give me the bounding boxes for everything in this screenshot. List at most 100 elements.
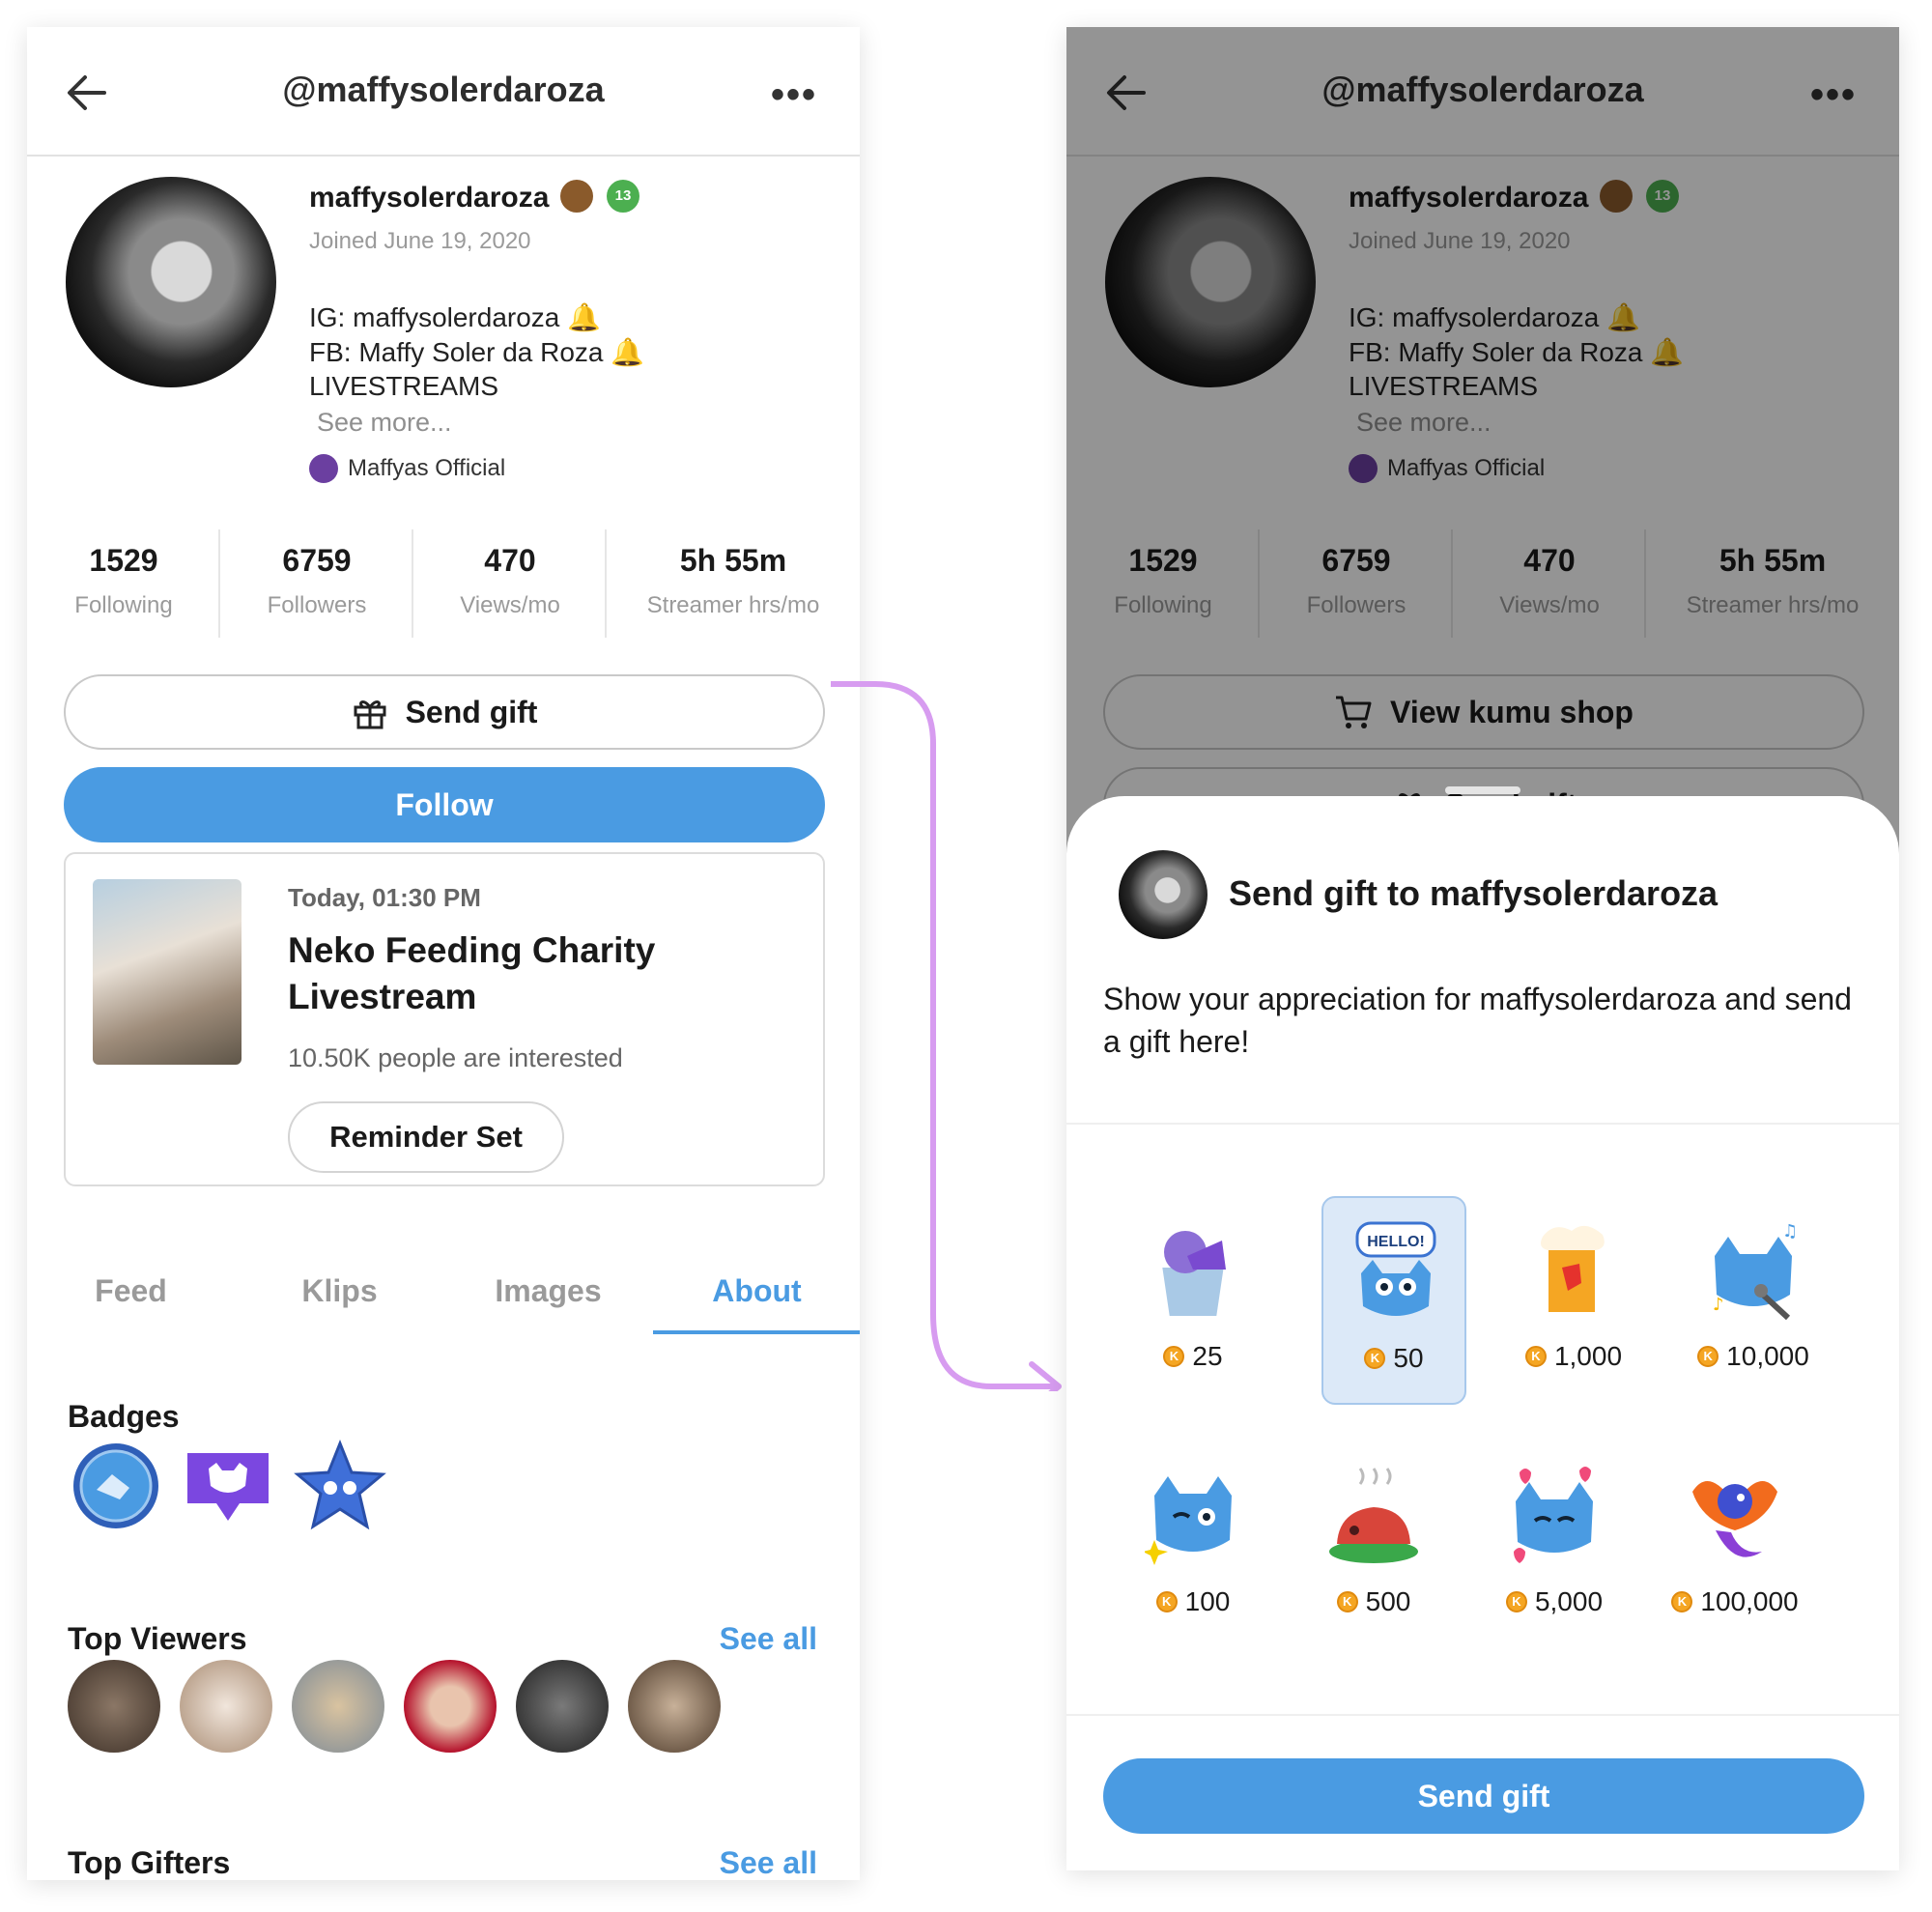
profile-screen-with-gift-sheet: @maffysolerdaroza ••• maffysolerdaroza 1…: [1066, 27, 1899, 1870]
gift-option-winking-cat[interactable]: K 100: [1121, 1441, 1265, 1650]
sheet-title: Send gift to maffysolerdaroza: [1229, 873, 1719, 913]
flow-arrow: [831, 681, 1062, 1391]
coin-icon: K: [1671, 1591, 1693, 1612]
event-card[interactable]: Today, 01:30 PM Neko Feeding Charity Liv…: [64, 852, 825, 1186]
event-interested-count: 10.50K people are interested: [288, 1043, 623, 1072]
gift-price: K 100,000: [1662, 1586, 1807, 1617]
svg-text:♫: ♫: [1782, 1221, 1798, 1241]
gift-price: K 500: [1301, 1586, 1446, 1617]
gift-option-roast-pig[interactable]: K 500: [1301, 1441, 1446, 1650]
profile-avatar: [66, 177, 276, 387]
profile-username: maffysolerdaroza: [309, 182, 550, 214]
stat-label: Streamer hrs/mo: [646, 592, 820, 618]
stat-label: Following: [74, 592, 173, 618]
gift-price: K 5,000: [1482, 1586, 1627, 1617]
event-thumbnail: [93, 879, 242, 1065]
viewer-avatar[interactable]: [516, 1660, 609, 1753]
stat-label: Followers: [267, 592, 367, 618]
coin-icon: K: [1697, 1346, 1719, 1367]
stat-value: 470: [484, 543, 536, 578]
stat-label: Views/mo: [460, 592, 560, 618]
top-gifters-heading: Top Gifters: [68, 1845, 231, 1880]
viewer-avatar[interactable]: [292, 1660, 384, 1753]
gift-price: K 10,000: [1681, 1341, 1826, 1372]
follow-button[interactable]: Follow: [64, 767, 825, 842]
winking-cat-icon: [1145, 1476, 1232, 1565]
viewer-avatar[interactable]: [404, 1660, 497, 1753]
stat-followers[interactable]: 6759 Followers: [220, 529, 413, 638]
send-gift-sheet: Send gift to maffysolerdaroza Show your …: [1066, 786, 1899, 1870]
coin-icon: K: [1505, 1591, 1527, 1612]
coin-icon: K: [1163, 1346, 1185, 1367]
stat-value: 5h 55m: [679, 543, 787, 578]
rank-badge-icon: [560, 180, 593, 213]
stat-value: 6759: [282, 543, 352, 578]
coin-icon: K: [1364, 1348, 1386, 1369]
gift-option-beer[interactable]: K 1,000: [1501, 1196, 1646, 1405]
bio-line: FB: Maffy Soler da Roza 🔔: [309, 337, 645, 367]
sheet-description: Show your appreciation for maffysolerdar…: [1103, 982, 1852, 1059]
send-gift-button[interactable]: Send gift: [64, 674, 825, 750]
ice-cream-cup-icon: [1157, 1231, 1229, 1320]
stat-following[interactable]: 1529 Following: [27, 529, 220, 638]
event-title: Neko Feeding Charity Livestream: [288, 930, 656, 1016]
event-time: Today, 01:30 PM: [288, 883, 481, 912]
top-gifters-see-all-link[interactable]: See all: [720, 1845, 817, 1880]
coin-icon: K: [1524, 1346, 1547, 1367]
stat-value: 1529: [89, 543, 158, 578]
viewer-avatar[interactable]: [180, 1660, 272, 1753]
recipient-avatar: [1119, 850, 1208, 939]
divider: [1066, 1123, 1899, 1125]
svg-text:♪: ♪: [1713, 1295, 1724, 1315]
star-badge-icon[interactable]: [294, 1440, 386, 1532]
club-name: Maffyas Official: [348, 455, 506, 481]
stat-views: 470 Views/mo: [413, 529, 607, 638]
handshake-badge-icon[interactable]: [70, 1440, 162, 1532]
send-gift-confirm-button[interactable]: Send gift: [1103, 1758, 1864, 1834]
top-bar: @maffysolerdaroza •••: [27, 27, 860, 157]
gift-icon: [354, 700, 386, 729]
roast-pig-icon: [1329, 1468, 1418, 1563]
hello-cat-icon: HELLO!: [1355, 1221, 1436, 1316]
coin-icon: K: [1155, 1591, 1178, 1612]
viewer-avatar[interactable]: [68, 1660, 160, 1753]
beer-mug-icon: [1541, 1225, 1605, 1316]
level-badge-icon: 13: [607, 180, 639, 213]
top-viewers-heading: Top Viewers: [68, 1621, 247, 1656]
send-gift-label: Send gift: [405, 694, 538, 729]
gift-option-hello-cat[interactable]: HELLO! K 50: [1321, 1196, 1466, 1405]
singing-cat-icon: ♪♫: [1713, 1221, 1798, 1321]
viewer-avatar[interactable]: [628, 1660, 721, 1753]
gift-price: K 50: [1323, 1343, 1464, 1374]
page-title: @maffysolerdaroza: [282, 70, 605, 109]
profile-screen: @maffysolerdaroza ••• maffysolerdaroza 1…: [27, 27, 860, 1880]
gift-option-singing-cat[interactable]: ♪ ♫ K 10,000: [1681, 1196, 1826, 1405]
gift-price: K 100: [1121, 1586, 1265, 1617]
sheet-drag-handle[interactable]: [1445, 786, 1520, 794]
phoenix-icon: [1692, 1481, 1777, 1557]
gift-option-phoenix[interactable]: K 100,000: [1662, 1441, 1807, 1650]
send-gift-confirm-label: Send gift: [1417, 1778, 1550, 1813]
see-more-link[interactable]: See more...: [317, 408, 452, 438]
divider: [1066, 1714, 1899, 1716]
follow-label: Follow: [395, 786, 494, 822]
kumu-cat-badge-icon[interactable]: [182, 1440, 274, 1532]
reminder-set-button[interactable]: Reminder Set: [288, 1101, 564, 1173]
tab-klips[interactable]: Klips: [236, 1273, 443, 1309]
coin-icon: K: [1336, 1591, 1358, 1612]
gift-option-ice-cream[interactable]: K 25: [1121, 1196, 1265, 1405]
bio-line: IG: maffysolerdaroza 🔔: [309, 302, 602, 332]
club-link[interactable]: Maffyas Official: [309, 454, 505, 483]
club-icon: [309, 454, 338, 483]
gift-price: K 25: [1121, 1341, 1265, 1372]
bio-line: LIVESTREAMS: [309, 371, 499, 401]
gift-price: K 1,000: [1501, 1341, 1646, 1372]
tab-images[interactable]: Images: [444, 1273, 652, 1309]
kissing-cat-icon: [1514, 1467, 1593, 1563]
joined-date: Joined June 19, 2020: [309, 228, 531, 254]
svg-text:HELLO!: HELLO!: [1367, 1234, 1425, 1250]
tab-feed[interactable]: Feed: [27, 1273, 235, 1309]
more-options-icon[interactable]: •••: [771, 73, 817, 117]
top-viewers-see-all-link[interactable]: See all: [720, 1621, 817, 1657]
gift-option-kissing-cat[interactable]: K 5,000: [1482, 1441, 1627, 1650]
